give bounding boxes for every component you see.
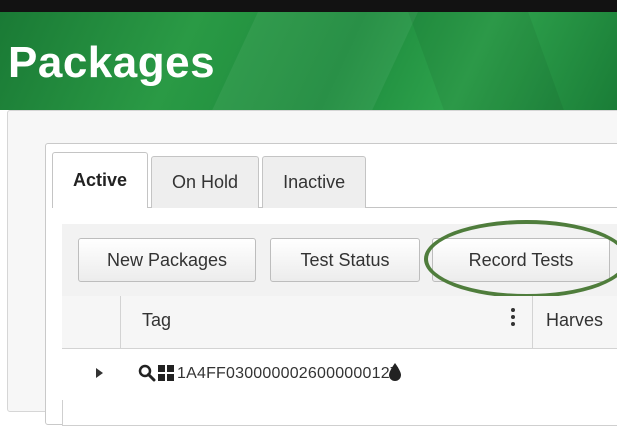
tab-label: On Hold [172,172,239,192]
page-header: Packages [0,12,617,110]
drop-icon [389,363,401,381]
tab-label: Active [73,170,128,190]
row-tag[interactable]: 1A4FF0300000026000000127 [177,365,399,383]
tab-on-hold[interactable]: On Hold [151,156,260,208]
new-packages-button[interactable]: New Packages [78,238,256,282]
tab-inactive[interactable]: Inactive [262,156,367,208]
tab-label: Inactive [283,172,346,192]
page-title: Packages [8,38,216,87]
top-bar [0,0,617,12]
button-label: Record Tests [468,249,574,270]
grid-toolbar: New Packages Test Status Record Tests [62,224,617,297]
tab-active[interactable]: Active [52,152,149,208]
expand-arrow-icon[interactable] [96,368,103,378]
kebab-menu-icon[interactable] [508,306,518,330]
tab-strip: Active On Hold Inactive [52,152,369,208]
column-header-tag[interactable]: Tag [142,310,171,331]
grid-icon[interactable] [158,365,174,381]
column-header-harvest[interactable]: Harves [546,310,603,331]
button-label: Test Status [300,249,390,270]
record-tests-button[interactable]: Record Tests [432,238,610,282]
header-decoration [393,12,587,110]
header-decoration [183,12,437,110]
search-icon[interactable] [138,364,156,382]
test-status-button[interactable]: Test Status [270,238,420,282]
button-label: New Packages [106,249,228,270]
